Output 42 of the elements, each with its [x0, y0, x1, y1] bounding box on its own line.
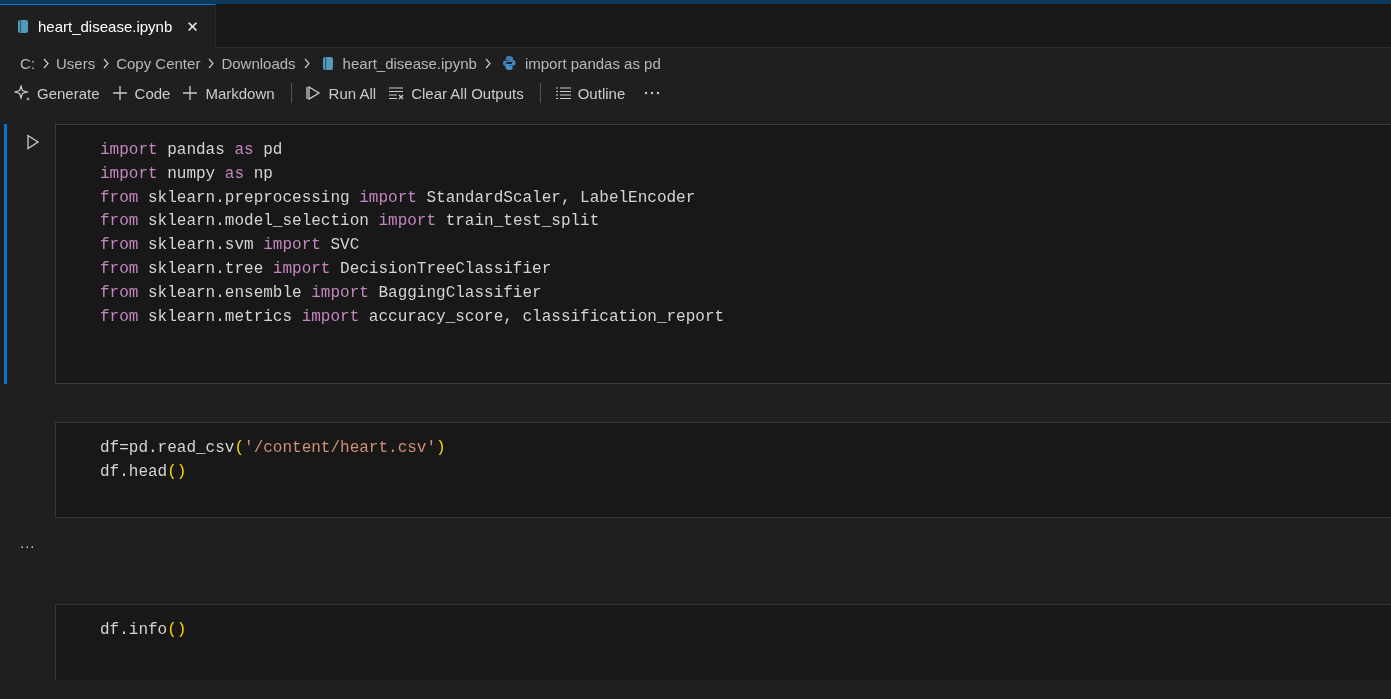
plus-icon — [182, 85, 199, 101]
breadcrumb-item[interactable]: Downloads — [221, 54, 296, 72]
run-all-icon — [305, 85, 322, 101]
chevron-right-icon — [206, 56, 216, 70]
breadcrumb-item[interactable]: C: — [20, 54, 35, 72]
breadcrumb-item[interactable]: Copy Center — [116, 54, 201, 72]
code-line: import numpy as np — [100, 163, 273, 185]
sparkle-icon — [14, 85, 30, 101]
code-line: from sklearn.model_selection import train_test_split — [100, 211, 600, 233]
toolbar-button[interactable]: Run All — [303, 82, 383, 104]
code-cell[interactable]: df.info() — [55, 604, 1391, 680]
breadcrumb-item[interactable]: heart_disease.ipynb — [342, 54, 477, 72]
code-line: from sklearn.preprocessing import StandardScaler, LabelEncoder — [100, 187, 696, 209]
notebook-icon — [320, 55, 335, 71]
code-cell[interactable]: df=pd.read_csv('/content/heart.csv') df.head() — [55, 422, 1391, 518]
chevron-right-icon — [101, 56, 111, 70]
run-cell-icon[interactable] — [26, 134, 40, 150]
output-collapsed-indicator[interactable]: ... — [20, 534, 36, 551]
code-line: from sklearn.svm import SVC — [100, 235, 360, 257]
editor-tab[interactable]: heart_disease.ipynb ✕ — [0, 4, 216, 48]
code-line: df.info() — [100, 620, 187, 641]
python-icon — [501, 55, 517, 71]
clear-outputs-icon — [388, 85, 405, 101]
code-line: from sklearn.metrics import accuracy_score, classification_report — [100, 306, 725, 328]
code-line: df.head() — [100, 461, 187, 483]
breadcrumb-item[interactable]: import pandas as pd — [524, 54, 661, 72]
code-cell[interactable] — [55, 124, 1391, 384]
close-button[interactable]: ✕ — [186, 17, 199, 36]
toolbar-button[interactable]: Generate — [12, 82, 106, 104]
code-line: import pandas as pd — [100, 140, 283, 161]
toolbar-button[interactable]: Outline — [552, 82, 632, 104]
code-line: from sklearn.tree import DecisionTreeClassifier — [100, 259, 552, 280]
toolbar-button[interactable]: Code — [109, 82, 177, 104]
toolbar-button[interactable]: Markdown — [180, 82, 281, 104]
toolbar-button[interactable]: Clear All Outputs — [386, 82, 530, 104]
list-icon — [554, 85, 571, 101]
plus-icon — [111, 85, 128, 101]
code-line: df=pd.read_csv('/content/heart.csv') — [100, 438, 446, 459]
breadcrumb-item[interactable]: Users — [56, 54, 96, 72]
chevron-right-icon — [41, 56, 50, 70]
code-line: from sklearn.ensemble import BaggingClassifier — [100, 282, 542, 304]
notebook-icon — [16, 19, 30, 34]
